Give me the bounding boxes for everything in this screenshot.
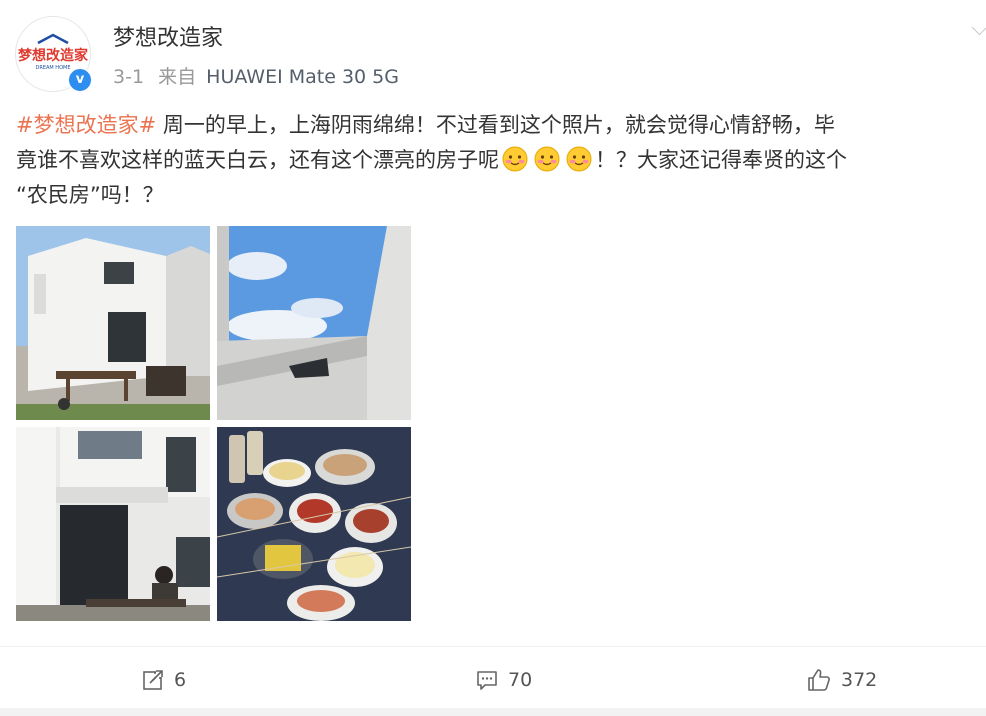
card-separator [0, 708, 986, 716]
from-label: 来自 [158, 66, 197, 88]
username[interactable]: 梦想改造家 [113, 20, 223, 52]
house-exterior-photo[interactable] [16, 226, 210, 420]
post-meta: 3-1 来自 HUAWEI Mate 30 5G [113, 62, 399, 89]
svg-text:DREAM HOME: DREAM HOME [36, 65, 71, 71]
device-name: HUAWEI Mate 30 5G [206, 66, 399, 88]
bbq-food-photo[interactable] [217, 427, 411, 621]
post-text: #梦想改造家# 周一的早上，上海阴雨绵绵！不过看到这个照片，就会觉得心情舒畅，毕… [16, 108, 986, 213]
like-button[interactable]: 372 [807, 667, 877, 693]
post-date[interactable]: 3-1 [113, 66, 144, 88]
repost-count: 6 [174, 669, 187, 691]
svg-text:梦想改造家: 梦想改造家 [18, 47, 89, 64]
blush-face-emoji-icon [566, 146, 592, 172]
thumbs-up-icon [808, 669, 830, 691]
comment-button[interactable]: 70 [476, 667, 532, 693]
chevron-down-icon[interactable] [971, 19, 986, 36]
post-text-line3: “农民房”吗！？ [16, 183, 164, 207]
repost-button[interactable]: 6 [142, 667, 186, 693]
like-count: 372 [841, 669, 878, 691]
comment-icon [477, 671, 497, 690]
blush-face-emoji-icon [502, 146, 528, 172]
verified-badge-icon: v [67, 67, 93, 93]
weibo-post-card: 梦想改造家 DREAM HOME v 梦想改造家 3-1 来自 HUAWEI M… [0, 0, 986, 716]
blush-face-emoji-icon [534, 146, 560, 172]
repost-icon [143, 669, 164, 690]
topic-link[interactable]: #梦想改造家# [16, 113, 156, 137]
sky-rooftop-photo[interactable] [217, 226, 411, 420]
post-text-line1: 周一的早上，上海阴雨绵绵！不过看到这个照片，就会觉得心情舒畅，毕 [156, 113, 835, 137]
action-bar: 6 70 372 [0, 646, 986, 709]
post-text-line2b: ！？大家还记得奉贤的这个 [595, 148, 847, 172]
comment-count: 70 [508, 669, 533, 691]
post-text-line2a: 竟谁不喜欢这样的蓝天白云，还有这个漂亮的房子呢 [16, 148, 499, 172]
house-patio-photo[interactable] [16, 427, 210, 621]
